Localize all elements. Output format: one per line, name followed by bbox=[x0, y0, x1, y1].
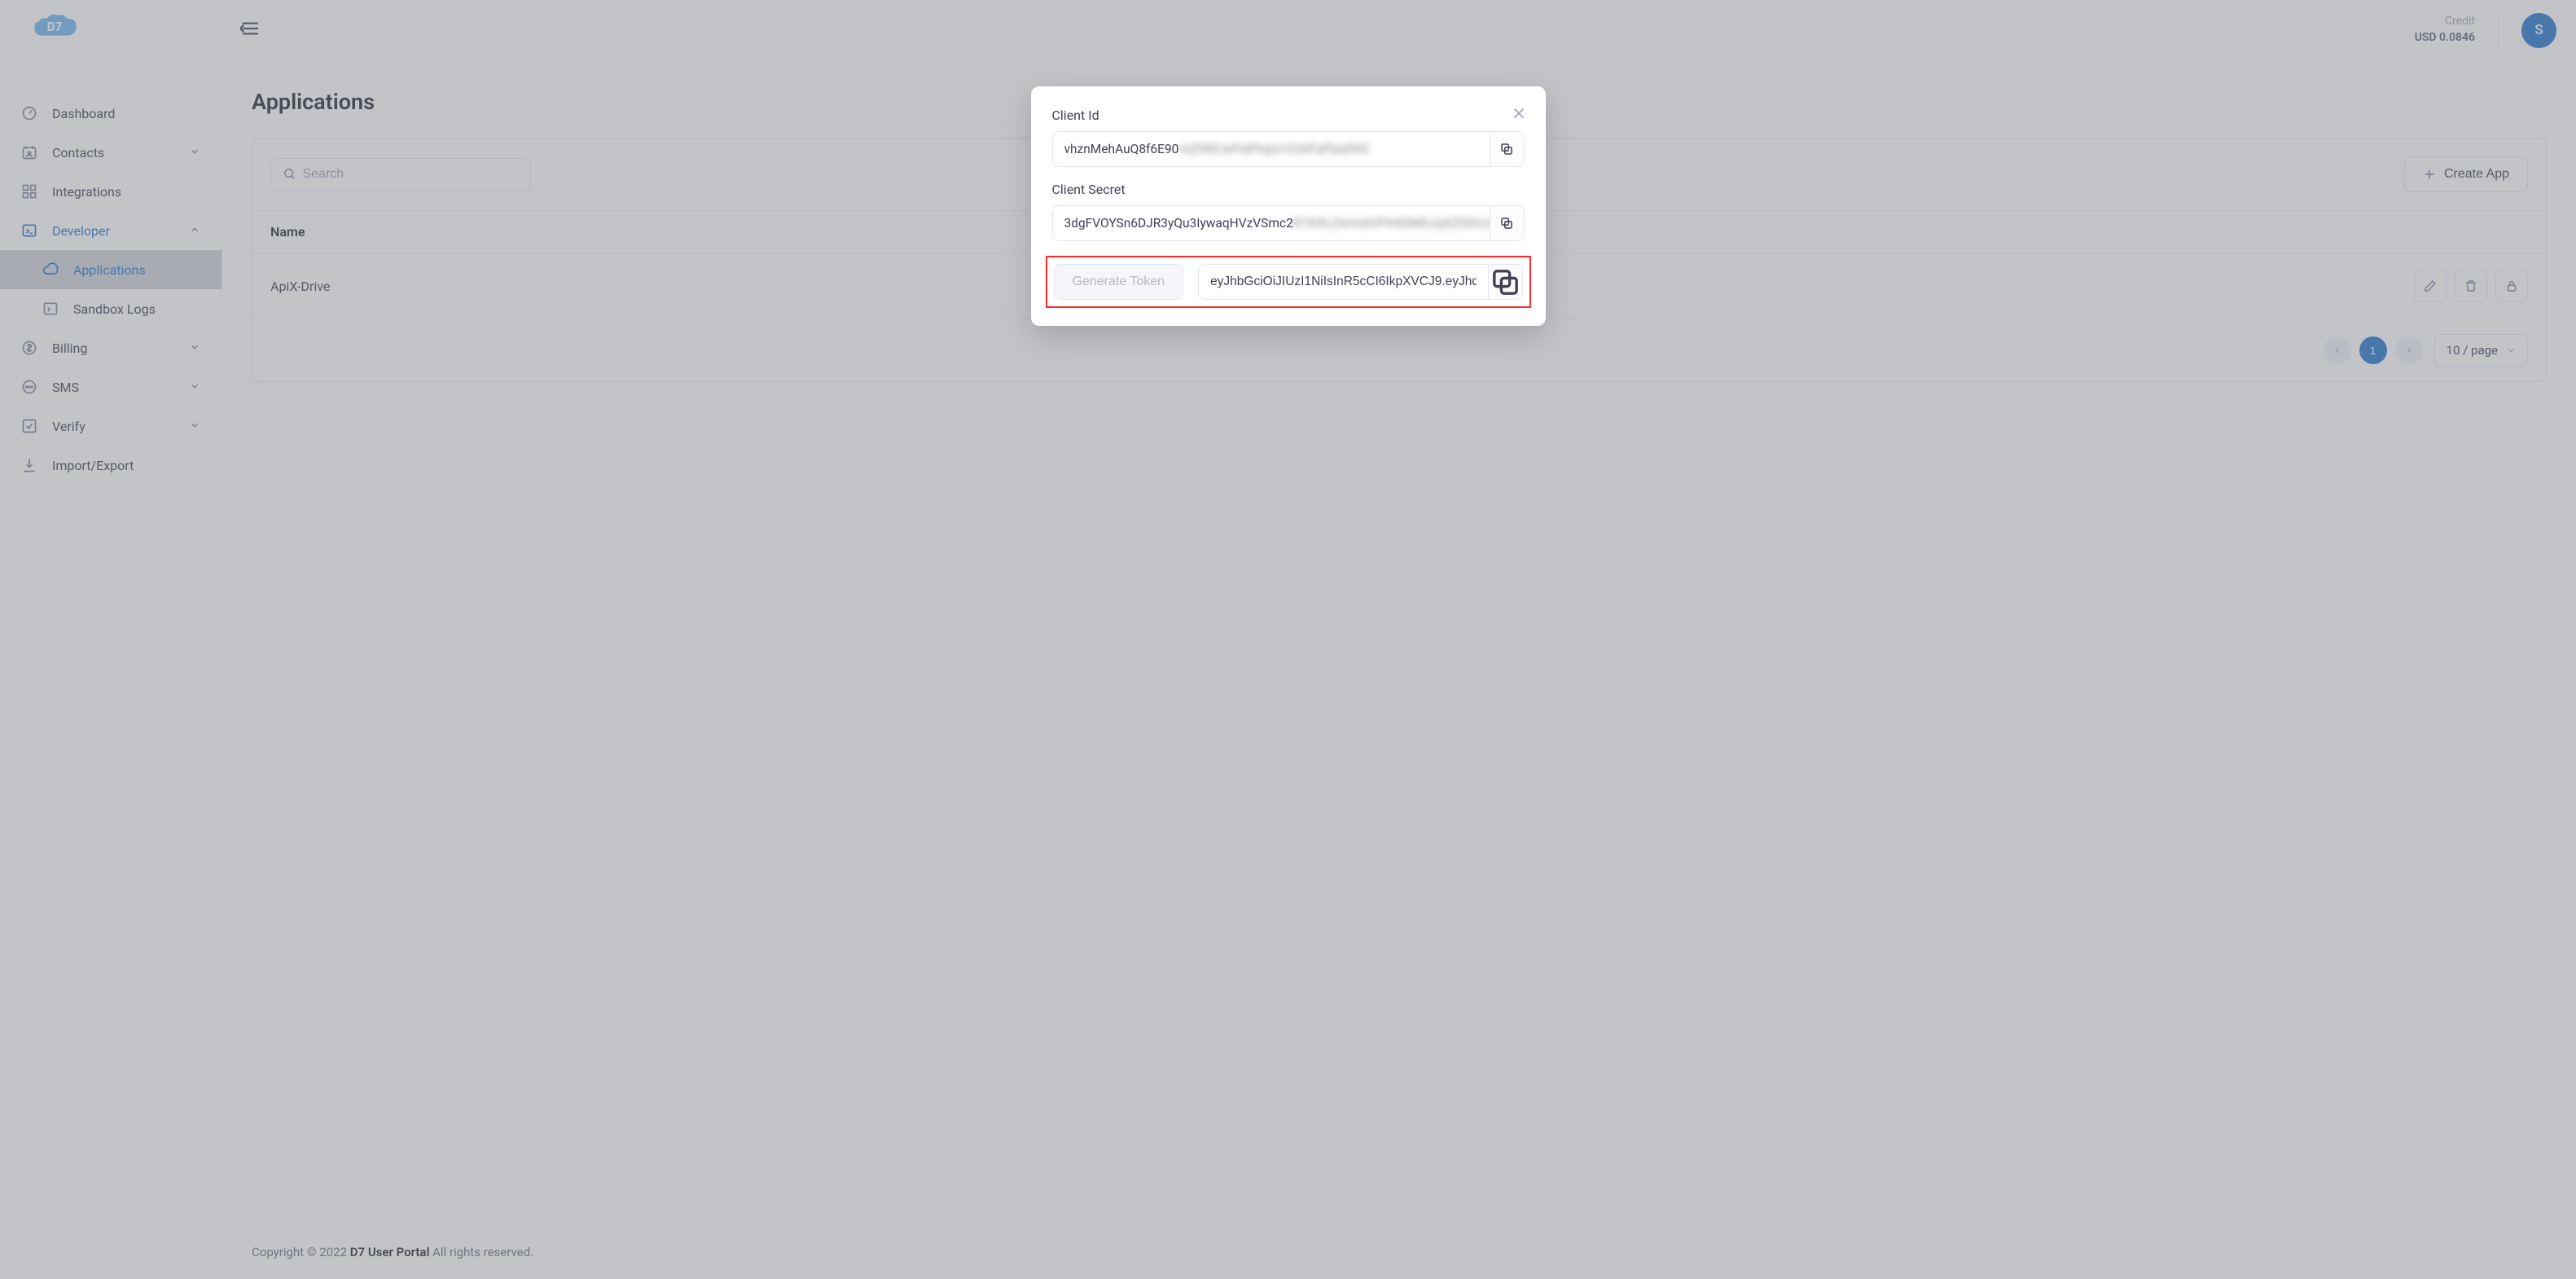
client-id-field: vhznMehAuQ8f6E90mZ9RCwPaPhqnrV2APaPpa99C bbox=[1052, 131, 1525, 167]
client-id-obscured: mZ9RCwPaPhqnrV2APaPpa99C bbox=[1178, 142, 1370, 156]
client-secret-value: 3dgFVOYSn6DJR3yQu3IywaqHVzVSmc2 bbox=[1064, 216, 1293, 231]
client-id-value: vhznMehAuQ8f6E90 bbox=[1064, 142, 1179, 156]
token-field bbox=[1198, 264, 1522, 300]
client-id-label: Client Id bbox=[1052, 108, 1525, 123]
close-icon bbox=[1510, 104, 1528, 122]
copy-icon bbox=[1499, 216, 1514, 231]
copy-client-secret-button[interactable] bbox=[1490, 206, 1524, 240]
copy-icon bbox=[1489, 266, 1522, 299]
copy-client-id-button[interactable] bbox=[1490, 132, 1524, 166]
generate-token-label: Generate Token bbox=[1073, 275, 1165, 288]
copy-icon bbox=[1499, 142, 1514, 156]
modal-overlay[interactable]: Client Id vhznMehAuQ8f6E90mZ9RCwPaPhqnrV… bbox=[0, 0, 2576, 1279]
client-secret-obscured: R1K9LZwmdVPH40M0JqXZ9thcO bbox=[1293, 216, 1490, 231]
client-secret-field: 3dgFVOYSn6DJR3yQu3IywaqHVzVSmc2R1K9LZwmd… bbox=[1052, 205, 1525, 241]
copy-token-button[interactable] bbox=[1488, 265, 1522, 299]
credentials-modal: Client Id vhznMehAuQ8f6E90mZ9RCwPaPhqnrV… bbox=[1031, 86, 1546, 326]
client-secret-label: Client Secret bbox=[1052, 182, 1525, 197]
token-input[interactable] bbox=[1199, 265, 1487, 299]
token-section-highlighted: Generate Token bbox=[1046, 256, 1531, 308]
generate-token-button[interactable]: Generate Token bbox=[1054, 264, 1184, 300]
modal-close-button[interactable] bbox=[1510, 104, 1528, 122]
